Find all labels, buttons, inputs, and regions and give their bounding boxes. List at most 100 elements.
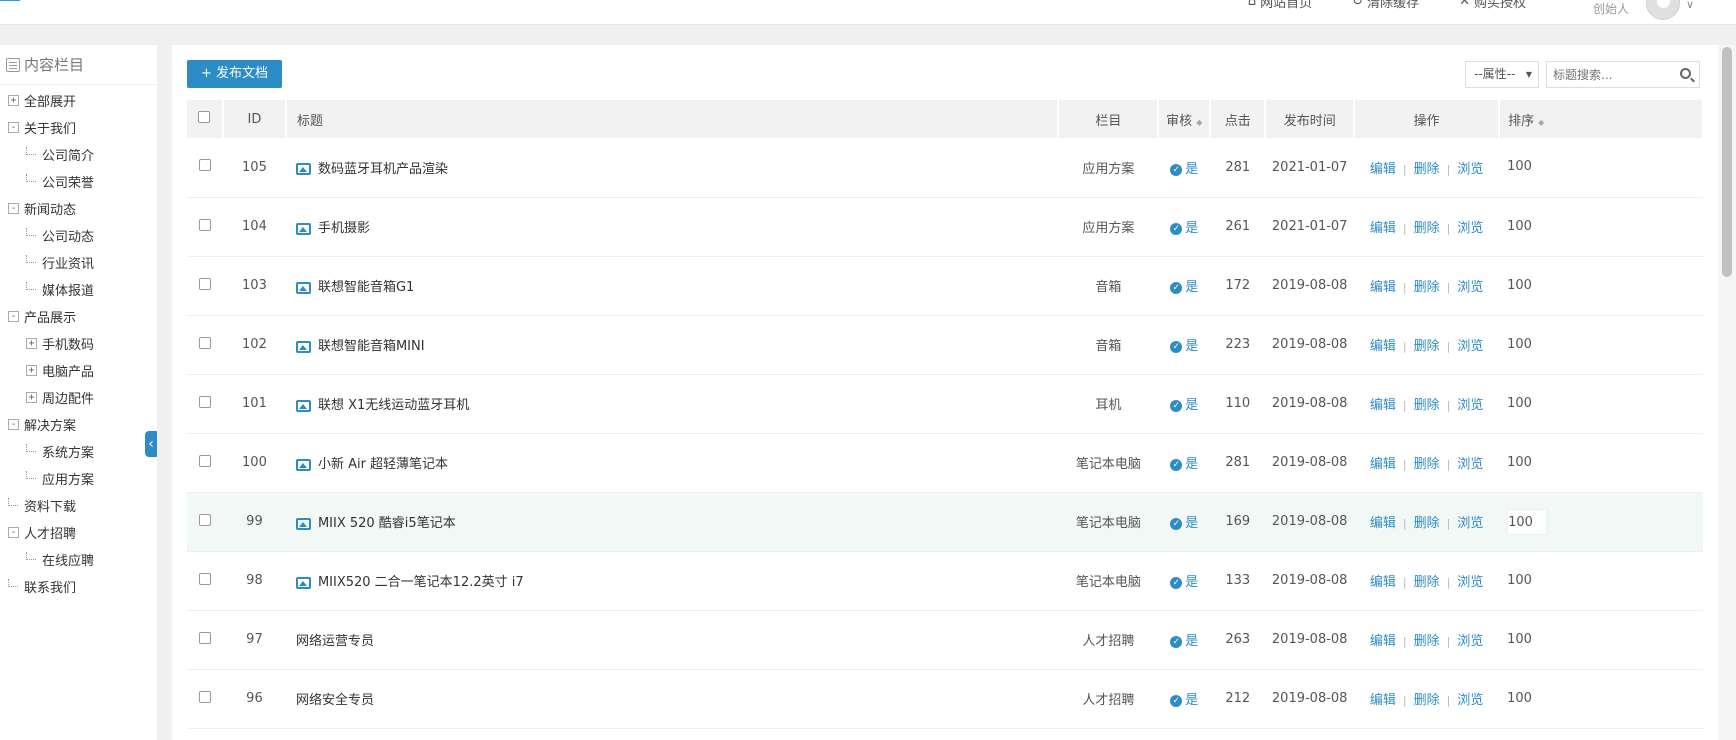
nav-home[interactable]: ⌂ 网站首页 xyxy=(1248,0,1312,11)
col-clicks[interactable]: 点击 xyxy=(1210,100,1267,138)
sidebar-item[interactable]: 系统方案 xyxy=(26,436,94,466)
attribute-select[interactable]: --属性-- xyxy=(1465,61,1539,88)
row-title[interactable]: 小新 Air 超轻薄笔记本 xyxy=(286,433,1058,492)
sidebar-item[interactable]: 媒体报道 xyxy=(26,274,94,304)
sidebar-item[interactable]: 公司动态 xyxy=(26,220,94,250)
table-row[interactable]: 98 MIIX520 二合一笔记本12.2英寸 i7 笔记本电脑 ✓ 是 133 2019-… xyxy=(187,551,1703,610)
collapse-icon[interactable]: - xyxy=(8,526,19,538)
row-checkbox[interactable] xyxy=(187,551,223,610)
col-id[interactable]: ID xyxy=(222,100,287,138)
table-row[interactable]: 97 网络运营专员 人才招聘 ✓ 是 263 2019-08-08 编辑 | 删除 | 浏览 100 xyxy=(187,610,1703,669)
row-order[interactable]: 100 xyxy=(1499,138,1703,197)
row-title[interactable]: MIIX520 二合一笔记本12.2英寸 i7 xyxy=(286,551,1058,610)
row-audit[interactable]: ✓ 是 xyxy=(1158,551,1210,610)
row-audit[interactable]: ✓ 是 xyxy=(1158,492,1210,551)
row-order[interactable]: 100 xyxy=(1499,374,1703,433)
sort-icon[interactable]: ◆ xyxy=(1196,118,1202,127)
delete-link[interactable]: 删除 xyxy=(1414,280,1440,295)
row-order[interactable]: 100 xyxy=(1499,669,1703,728)
row-audit[interactable]: ✓ 是 xyxy=(1158,374,1210,433)
row-audit[interactable]: ✓ 是 xyxy=(1158,197,1210,256)
collapse-icon[interactable]: - xyxy=(8,310,19,322)
table-row[interactable]: 99 MIIX 520 酷睿i5笔记本 笔记本电脑 ✓ 是 169 2019-08-08 编辑… xyxy=(187,492,1703,551)
col-date[interactable]: 发布时间 xyxy=(1265,100,1356,138)
edit-link[interactable]: 编辑 xyxy=(1370,693,1396,708)
sidebar-item[interactable]: 公司简介 xyxy=(26,139,94,169)
delete-link[interactable]: 删除 xyxy=(1414,634,1440,649)
table-row[interactable]: 101 联想 X1无线运动蓝牙耳机 耳机 ✓ 是 110 2019-08-08 编辑 | 删除 | 浏… xyxy=(187,374,1703,433)
table-row[interactable]: 96 网络安全专员 人才招聘 ✓ 是 212 2019-08-08 编辑 | 删除 | 浏览 100 xyxy=(187,669,1703,728)
edit-link[interactable]: 编辑 xyxy=(1370,221,1396,236)
view-link[interactable]: 浏览 xyxy=(1457,398,1483,413)
edit-link[interactable]: 编辑 xyxy=(1370,457,1396,472)
row-audit[interactable]: ✓ 是 xyxy=(1158,433,1210,492)
delete-link[interactable]: 删除 xyxy=(1414,693,1440,708)
row-audit[interactable]: ✓ 是 xyxy=(1158,669,1210,728)
scrollbar-thumb[interactable] xyxy=(1722,47,1732,277)
scrollbar[interactable] xyxy=(1718,45,1736,740)
expand-icon[interactable]: + xyxy=(26,391,37,403)
sidebar-item[interactable]: 在线应聘 xyxy=(26,544,94,574)
search-input[interactable] xyxy=(1547,62,1667,87)
expand-icon[interactable]: + xyxy=(26,364,37,376)
view-link[interactable]: 浏览 xyxy=(1457,516,1483,531)
delete-link[interactable]: 删除 xyxy=(1414,339,1440,354)
view-link[interactable]: 浏览 xyxy=(1457,634,1483,649)
delete-link[interactable]: 删除 xyxy=(1414,457,1440,472)
row-audit[interactable]: ✓ 是 xyxy=(1158,610,1210,669)
nav-buy-license[interactable]: ✕ 购买授权 xyxy=(1459,0,1526,11)
row-order[interactable]: 100 xyxy=(1499,256,1703,315)
delete-link[interactable]: 删除 xyxy=(1414,575,1440,590)
view-link[interactable]: 浏览 xyxy=(1457,339,1483,354)
row-audit[interactable]: ✓ 是 xyxy=(1158,138,1210,197)
view-link[interactable]: 浏览 xyxy=(1457,221,1483,236)
publish-document-button[interactable]: + 发布文档 xyxy=(187,60,282,88)
row-order[interactable]: 100 xyxy=(1499,315,1703,374)
row-checkbox[interactable] xyxy=(187,669,223,728)
table-row[interactable]: 102 联想智能音箱MINI 音箱 ✓ 是 223 2019-08-08 编辑 | 删除 | 浏览 10… xyxy=(187,315,1703,374)
row-checkbox[interactable] xyxy=(187,197,223,256)
collapse-icon[interactable]: - xyxy=(8,202,19,214)
menu-toggle-icon[interactable] xyxy=(0,0,20,8)
chevron-down-icon[interactable]: ∨ xyxy=(1686,0,1694,11)
view-link[interactable]: 浏览 xyxy=(1457,162,1483,177)
table-row[interactable]: 104 手机摄影 应用方案 ✓ 是 261 2021-01-07 编辑 | 删除 | 浏览 100 xyxy=(187,197,1703,256)
avatar[interactable] xyxy=(1646,0,1680,20)
table-row[interactable]: 105 数码蓝牙耳机产品渲染 应用方案 ✓ 是 281 2021-01-07 编辑 | 删除 | 浏览… xyxy=(187,138,1703,197)
row-title[interactable]: 联想智能音箱MINI xyxy=(286,315,1058,374)
sidebar-item[interactable]: + 手机数码 xyxy=(26,328,94,358)
table-row[interactable]: 103 联想智能音箱G1 音箱 ✓ 是 172 2019-08-08 编辑 | 删除 | 浏览 100 xyxy=(187,256,1703,315)
sidebar-item[interactable]: + 电脑产品 xyxy=(26,355,94,385)
nav-clear-cache[interactable]: ↻ 清除缓存 xyxy=(1352,0,1419,11)
delete-link[interactable]: 删除 xyxy=(1414,516,1440,531)
row-title[interactable]: 数码蓝牙耳机产品渲染 xyxy=(286,138,1058,197)
row-checkbox[interactable] xyxy=(187,610,223,669)
sidebar-item[interactable]: - 产品展示 xyxy=(8,301,76,331)
view-link[interactable]: 浏览 xyxy=(1457,457,1483,472)
collapse-icon[interactable]: - xyxy=(8,121,19,133)
delete-link[interactable]: 删除 xyxy=(1414,221,1440,236)
row-title[interactable]: MIIX 520 酷睿i5笔记本 xyxy=(286,492,1058,551)
row-title[interactable]: 手机摄影 xyxy=(286,197,1058,256)
row-title[interactable]: 联想 X1无线运动蓝牙耳机 xyxy=(286,374,1058,433)
sidebar-item[interactable]: 行业资讯 xyxy=(26,247,94,277)
row-checkbox[interactable] xyxy=(187,138,223,197)
sidebar-item[interactable]: - 解决方案 xyxy=(8,409,76,439)
sidebar-item[interactable]: 资料下载 xyxy=(8,490,76,520)
table-row[interactable]: 100 小新 Air 超轻薄笔记本 笔记本电脑 ✓ 是 281 2019-08-08 编辑 | 删… xyxy=(187,433,1703,492)
delete-link[interactable]: 删除 xyxy=(1414,398,1440,413)
row-order[interactable]: 100 xyxy=(1499,197,1703,256)
sidebar-item[interactable]: 应用方案 xyxy=(26,463,94,493)
col-column[interactable]: 栏目 xyxy=(1058,100,1160,138)
sidebar-collapse-button[interactable]: ‹ xyxy=(145,431,157,457)
row-title[interactable]: 网络运营专员 xyxy=(286,610,1058,669)
row-order[interactable]: 100 xyxy=(1499,610,1703,669)
row-checkbox[interactable] xyxy=(187,433,223,492)
edit-link[interactable]: 编辑 xyxy=(1370,634,1396,649)
col-audit[interactable]: 审核 ◆ xyxy=(1158,100,1212,138)
edit-link[interactable]: 编辑 xyxy=(1370,280,1396,295)
sidebar-item[interactable]: - 关于我们 xyxy=(8,112,76,142)
row-checkbox[interactable] xyxy=(187,374,223,433)
col-title[interactable]: 标题 xyxy=(285,100,1060,138)
view-link[interactable]: 浏览 xyxy=(1457,693,1483,708)
